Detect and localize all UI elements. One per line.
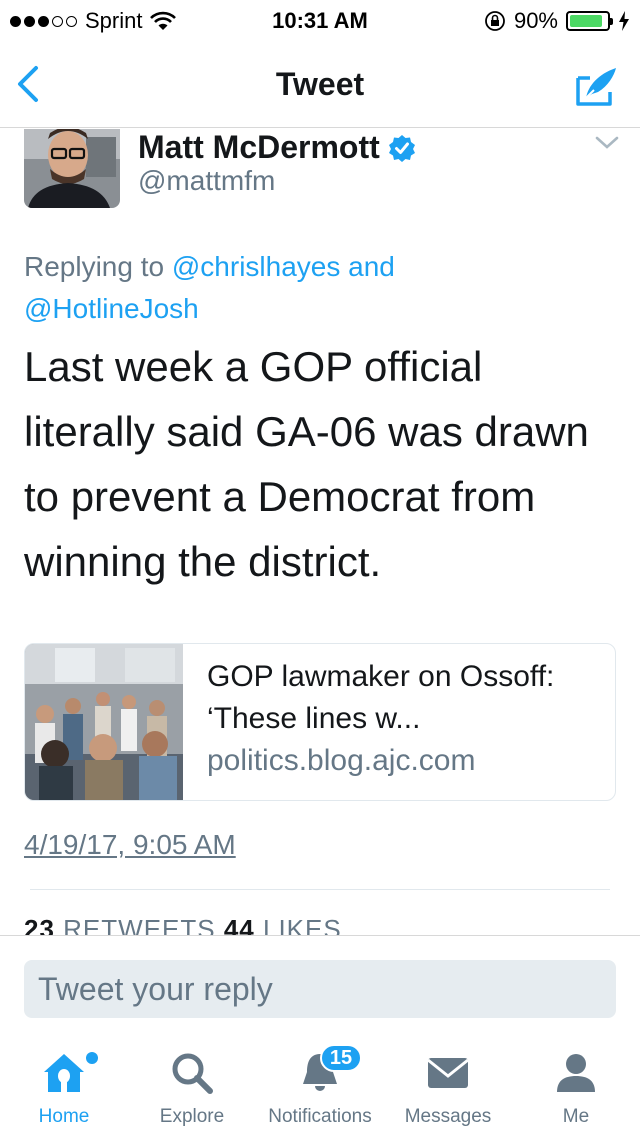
battery-icon (566, 11, 613, 31)
retweets-count[interactable]: 23 (24, 914, 55, 935)
tab-messages-label: Messages (404, 1106, 492, 1127)
envelope-icon (427, 1058, 469, 1088)
tweet-text: Last week a GOP official literally said … (24, 343, 589, 585)
tab-notifications-label: Notifications (268, 1106, 372, 1127)
avatar[interactable] (24, 129, 120, 208)
reply-mention-link[interactable]: @HotlineJosh (24, 293, 199, 324)
tab-home-label: Home (38, 1106, 90, 1127)
status-right: 90% (484, 8, 630, 34)
likes-count[interactable]: 44 (224, 914, 255, 935)
rotation-lock-icon (485, 11, 505, 31)
tab-explore-label: Explore (159, 1106, 225, 1127)
divider (30, 889, 610, 890)
tab-explore[interactable]: Explore (128, 1036, 256, 1136)
likes-label[interactable]: LIKES (263, 914, 342, 935)
battery-percent: 90% (513, 8, 558, 33)
nav-bar: Tweet (0, 40, 640, 128)
notifications-badge: 15 (320, 1044, 362, 1072)
author-handle[interactable]: @mattmfm (138, 165, 275, 197)
tweet-detail: Matt McDermott @mattmfm Replying to @chr… (0, 129, 640, 935)
chevron-down-icon[interactable] (594, 133, 620, 153)
link-card-image (25, 644, 183, 800)
link-card-title: GOP lawmaker on Ossoff: ‘These lines w..… (207, 660, 555, 735)
verified-badge-icon (388, 134, 415, 162)
link-card-domain: politics.blog.ajc.com (207, 744, 476, 777)
tab-messages[interactable]: Messages (384, 1036, 512, 1136)
reply-conjunction: and (340, 251, 395, 282)
replying-to: Replying to @chrislhayes and @HotlineJos… (24, 246, 614, 330)
home-icon (44, 1054, 84, 1092)
link-card[interactable]: GOP lawmaker on Ossoff: ‘These lines w..… (24, 643, 616, 801)
person-icon (557, 1054, 595, 1092)
search-icon (172, 1053, 213, 1094)
tweet-timestamp[interactable]: 4/19/17, 9:05 AM (24, 829, 236, 861)
reply-input[interactable]: Tweet your reply (24, 960, 616, 1018)
battery-fill (570, 15, 602, 27)
tab-home[interactable]: Home (0, 1036, 128, 1136)
compose-tweet-icon[interactable] (574, 64, 620, 108)
charging-bolt-icon (619, 11, 629, 31)
status-bar: Sprint 10:31 AM 90% (0, 0, 640, 40)
author-name-text: Matt McDermott (138, 129, 380, 165)
tab-me-label: Me (562, 1106, 590, 1127)
tweet-stats: 23 RETWEETS 44 LIKES (24, 914, 342, 935)
page-title: Tweet (275, 66, 365, 102)
retweets-label[interactable]: RETWEETS (63, 914, 215, 935)
reply-mention-link[interactable]: @chrislhayes (172, 251, 340, 282)
tab-notifications[interactable]: 15 Notifications (256, 1036, 384, 1136)
tab-me[interactable]: Me (512, 1036, 640, 1136)
reply-bar: Tweet your reply (0, 935, 640, 1035)
home-new-dot (86, 1052, 98, 1064)
replying-prefix: Replying to (24, 251, 172, 282)
author-name[interactable]: Matt McDermott (138, 129, 416, 166)
tab-bar: Home Explore 15 Notifications Messages M… (0, 1036, 640, 1136)
